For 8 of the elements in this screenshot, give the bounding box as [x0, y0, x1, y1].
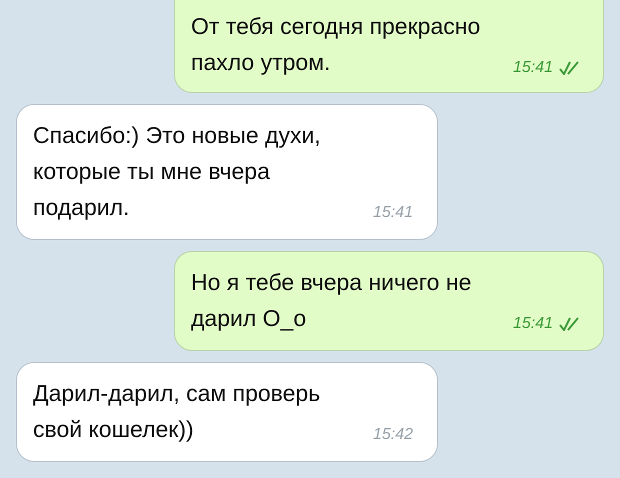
- message-time: 15:41: [512, 58, 553, 78]
- message-text: Дарил-дарил, сам проверь свой кошелек)): [33, 379, 322, 444]
- message-text: Но я тебе вчера ничего не дарил О_о: [191, 268, 472, 333]
- message-text: Спасибо:) Это новые духи, которые ты мне вчера подарил.: [33, 121, 322, 222]
- message-time: 15:41: [372, 203, 413, 223]
- message-time: 15:42: [372, 425, 413, 445]
- message-time: 15:41: [512, 314, 553, 334]
- message-text: От тебя сегодня прекрасно пахло утром.: [191, 12, 482, 77]
